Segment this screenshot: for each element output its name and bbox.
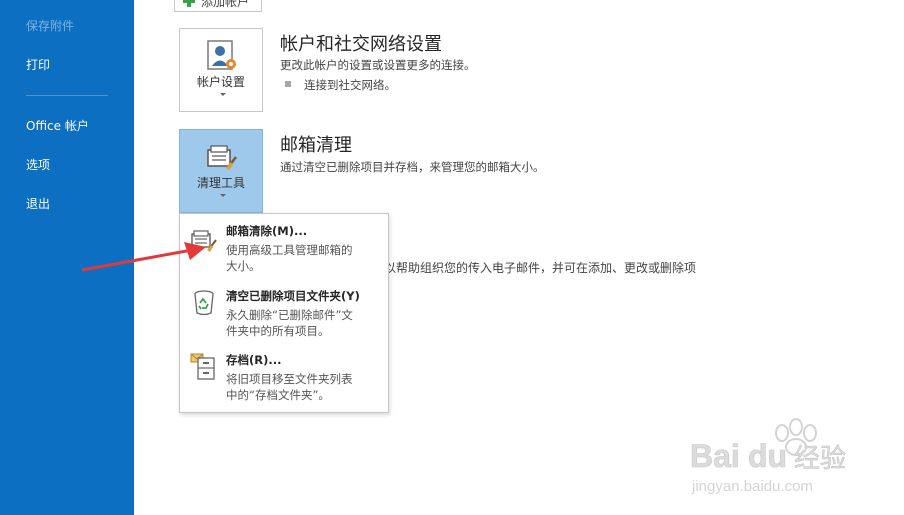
menu-item-empty-deleted-items[interactable]: 清空已删除项目文件夹(Y) 永久删除“已删除邮件”文 件夹中的所有项目。 xyxy=(180,284,388,346)
recycle-bin-icon xyxy=(194,290,214,316)
add-account-label: 添加帐户 xyxy=(201,0,250,9)
sidebar-item-print[interactable]: 打印 xyxy=(26,56,50,73)
account-section-description: 更改此帐户的设置或设置更多的连接。 xyxy=(280,58,476,72)
cleanup-section-description: 通过清空已删除项目并存档，来管理您的邮箱大小。 xyxy=(280,160,545,174)
menu-item-description: 永久删除“已删除邮件”文 件夹中的所有项目。 xyxy=(226,308,353,338)
connect-social-networks-link[interactable]: 连接到社交网络。 xyxy=(304,77,396,93)
rules-section-description: 以帮助组织您的传入电子邮件，并可在添加、更改或删除项 xyxy=(384,261,697,275)
archive-cabinet-icon xyxy=(190,353,215,380)
menu-item-title: 存档(R)... xyxy=(226,353,282,367)
menu-item-description: 将旧项目移至文件夹列表 中的“存档文件夹”。 xyxy=(226,372,353,402)
chevron-down-icon xyxy=(220,93,226,96)
bullet-icon xyxy=(285,81,291,87)
cleanup-section-title: 邮箱清理 xyxy=(280,135,352,156)
cleanup-tools-label: 清理工具 xyxy=(196,176,245,190)
menu-item-title: 邮箱清除(M)... xyxy=(226,224,308,238)
menu-item-description: 使用高级工具管理邮箱的 大小。 xyxy=(226,243,353,273)
sidebar-item-exit[interactable]: 退出 xyxy=(26,195,50,212)
watermark-brand-du: du xyxy=(748,438,787,474)
menu-item-archive[interactable]: 存档(R)... 将旧项目移至文件夹列表 中的“存档文件夹”。 xyxy=(180,348,388,410)
cleanup-tools-button[interactable]: 清理工具 xyxy=(179,129,263,213)
account-settings-icon xyxy=(207,40,236,70)
watermark-cn: 经验 xyxy=(794,444,846,474)
add-account-button[interactable]: 添加帐户 xyxy=(174,0,262,12)
menu-item-title: 清空已删除项目文件夹(Y) xyxy=(226,289,360,303)
cleanup-tools-icon xyxy=(207,145,237,170)
red-arrow-annotation xyxy=(81,242,206,272)
chevron-down-icon xyxy=(220,194,226,197)
watermark-brand: Bai xyxy=(690,438,740,474)
plus-icon xyxy=(183,0,195,7)
baidu-jingyan-watermark: Bai du 经验 jingyan.baidu.com xyxy=(690,418,846,495)
sidebar-item-save-attachments[interactable]: 保存附件 xyxy=(26,17,74,34)
account-settings-label: 帐户设置 xyxy=(196,75,245,89)
watermark-url: jingyan.baidu.com xyxy=(691,478,813,495)
sidebar-item-options[interactable]: 选项 xyxy=(26,156,50,173)
sidebar-item-office-account[interactable]: Office 帐户 xyxy=(26,117,89,134)
account-section-title: 帐户和社交网络设置 xyxy=(280,34,442,55)
sidebar-divider xyxy=(26,95,108,96)
account-settings-button[interactable]: 帐户设置 xyxy=(179,28,263,112)
